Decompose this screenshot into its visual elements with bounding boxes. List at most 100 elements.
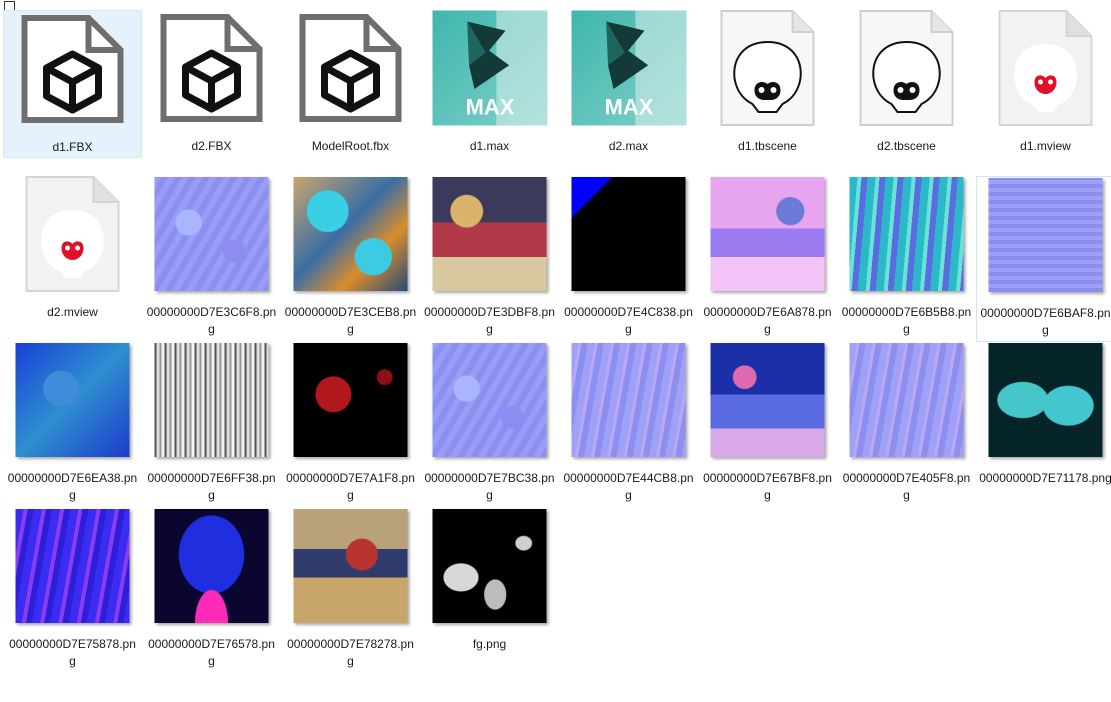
file-name: d1.tbscene <box>738 139 797 153</box>
file-item[interactable]: 00000000D7E6A878.png <box>698 176 837 342</box>
marmoset-viewer-icon <box>988 9 1103 126</box>
file-item[interactable]: 00000000D7E3DBF8.png <box>420 176 559 342</box>
image-thumbnail <box>571 342 686 457</box>
file-item[interactable]: fg.png <box>420 508 559 674</box>
texture-preview <box>432 342 547 457</box>
texture-preview <box>154 176 269 291</box>
file-item[interactable]: 00000000D7E76578.png <box>142 508 281 674</box>
file-item[interactable]: 00000000D7E7A1F8.png <box>281 342 420 508</box>
file-name: 00000000D7E3C6F8.png <box>146 305 277 336</box>
file-name: d1.FBX <box>52 140 93 154</box>
texture-preview <box>154 508 269 623</box>
file-item[interactable]: d1.FBX <box>3 10 142 158</box>
texture-preview <box>571 176 686 291</box>
file-name: 00000000D7E405F8.png <box>842 471 971 502</box>
file-item[interactable]: 00000000D7E3CEB8.png <box>281 176 420 342</box>
texture-preview <box>432 176 547 291</box>
image-thumbnail <box>293 342 408 457</box>
file-item[interactable]: 00000000D7E6EA38.png <box>3 342 142 508</box>
image-thumbnail <box>432 176 547 291</box>
texture-preview <box>15 342 130 457</box>
file-name: d1.max <box>469 139 510 153</box>
svg-text:MAX: MAX <box>465 94 514 119</box>
file-name: 00000000D7E44CB8.png <box>563 471 694 502</box>
file-name: d2.max <box>608 139 649 153</box>
file-item[interactable]: 00000000D7E6BAF8.png <box>976 176 1111 342</box>
texture-preview <box>293 342 408 457</box>
file-item[interactable]: d1.tbscene <box>698 9 837 176</box>
toolbag-skull-icon <box>710 9 825 126</box>
image-thumbnail <box>154 176 269 291</box>
texture-preview <box>849 342 964 457</box>
texture-preview <box>15 508 130 623</box>
texture-preview <box>849 176 964 291</box>
image-thumbnail <box>432 508 547 623</box>
file-item[interactable]: ModelRoot.fbx <box>281 10 420 176</box>
marmoset-viewer-icon <box>15 175 130 292</box>
file-item[interactable]: d2.FBX <box>142 10 281 176</box>
file-name: d2.FBX <box>191 139 232 153</box>
image-thumbnail <box>849 176 964 291</box>
texture-preview <box>432 508 547 623</box>
file-item[interactable]: d2.mview <box>3 175 142 342</box>
texture-preview <box>710 176 825 291</box>
image-thumbnail <box>710 342 825 457</box>
toolbag-skull-icon <box>849 9 964 126</box>
file-name: 00000000D7E7A1F8.png <box>286 471 415 502</box>
file-name: fg.png <box>472 637 507 651</box>
image-thumbnail <box>154 342 269 457</box>
file-item[interactable]: d2.tbscene <box>837 9 976 176</box>
image-thumbnail <box>15 508 130 623</box>
file-item[interactable]: 00000000D7E4C838.png <box>559 176 698 342</box>
texture-preview <box>988 342 1103 457</box>
file-name: 00000000D7E3DBF8.png <box>424 305 555 336</box>
image-thumbnail <box>293 508 408 623</box>
file-item[interactable]: 00000000D7E3C6F8.png <box>142 176 281 342</box>
image-thumbnail <box>15 342 130 457</box>
file-name: ModelRoot.fbx <box>311 139 390 153</box>
3ds-max-icon: MAX <box>432 10 547 125</box>
3d-model-file-icon <box>293 10 408 125</box>
file-grid: d1.FBX d2.FBX ModelRoot.fbx MAX d1.max MA… <box>3 9 1111 674</box>
file-name: 00000000D7E6B5B8.png <box>841 305 972 336</box>
image-thumbnail <box>432 342 547 457</box>
file-item[interactable]: 00000000D7E7BC38.png <box>420 342 559 508</box>
image-thumbnail <box>849 342 964 457</box>
file-item[interactable]: 00000000D7E78278.png <box>281 508 420 674</box>
file-item[interactable]: 00000000D7E44CB8.png <box>559 342 698 508</box>
file-name: d2.tbscene <box>877 139 936 153</box>
image-thumbnail <box>571 176 686 291</box>
texture-preview <box>988 177 1103 292</box>
file-item[interactable]: d1.mview <box>976 9 1111 176</box>
file-item[interactable]: 00000000D7E75878.png <box>3 508 142 674</box>
svg-text:MAX: MAX <box>604 94 653 119</box>
image-thumbnail <box>154 508 269 623</box>
file-item[interactable]: 00000000D7E6FF38.png <box>142 342 281 508</box>
file-name: 00000000D7E76578.png <box>148 637 275 668</box>
file-name: 00000000D7E6BAF8.png <box>980 306 1111 337</box>
file-name: 00000000D7E6A878.png <box>703 305 832 336</box>
file-name: 00000000D7E6EA38.png <box>7 471 138 502</box>
3d-model-file-icon <box>154 10 269 125</box>
texture-preview <box>154 342 269 457</box>
image-thumbnail <box>988 177 1103 292</box>
file-item[interactable]: MAX d1.max <box>420 10 559 176</box>
texture-preview <box>293 176 408 291</box>
file-item[interactable]: 00000000D7E67BF8.png <box>698 342 837 508</box>
file-item[interactable]: 00000000D7E71178.png <box>976 342 1111 508</box>
file-name: 00000000D7E75878.png <box>9 637 136 668</box>
file-name: d1.mview <box>1020 139 1071 153</box>
image-thumbnail <box>988 342 1103 457</box>
image-thumbnail <box>710 176 825 291</box>
3ds-max-icon: MAX <box>571 10 686 125</box>
file-name: 00000000D7E6FF38.png <box>147 471 276 502</box>
3d-model-file-icon <box>15 11 130 126</box>
file-item[interactable]: 00000000D7E405F8.png <box>837 342 976 508</box>
file-name: 00000000D7E4C838.png <box>564 305 693 336</box>
texture-preview <box>293 508 408 623</box>
file-name: 00000000D7E71178.png <box>979 471 1111 485</box>
file-item[interactable]: 00000000D7E6B5B8.png <box>837 176 976 342</box>
file-name: 00000000D7E3CEB8.png <box>284 305 417 336</box>
texture-preview <box>710 342 825 457</box>
file-item[interactable]: MAX d2.max <box>559 10 698 176</box>
